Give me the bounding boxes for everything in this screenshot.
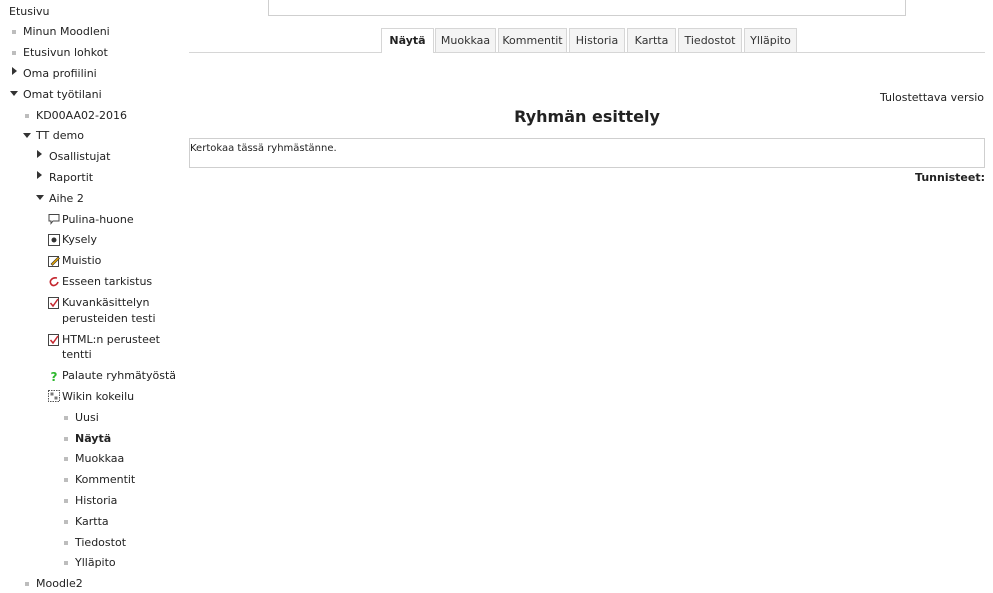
nav-front-blocks[interactable]: Etusivun lohkot	[23, 46, 108, 60]
nav-wiki-view[interactable]: Näytä	[75, 432, 111, 446]
quiz-icon	[48, 297, 59, 309]
wiki-icon	[48, 390, 60, 402]
chat-icon	[48, 214, 60, 225]
bullet-icon	[12, 30, 16, 34]
nav-topic-2[interactable]: Aihe 2	[49, 192, 84, 206]
nav-wiki-comments[interactable]: Kommentit	[75, 473, 135, 487]
wiki-tabs: Näytä Muokkaa Kommentit Historia Kartta …	[189, 28, 985, 53]
collapse-icon[interactable]	[10, 91, 18, 96]
nav-activity-quiz-1[interactable]: Kuvankäsittelyn	[62, 296, 150, 310]
nav-activity-quiz-2[interactable]: HTML:n perusteet	[62, 333, 160, 347]
nav-wiki-admin[interactable]: Ylläpito	[75, 556, 116, 570]
nav-home[interactable]: Etusivu	[9, 5, 50, 19]
nav-profile[interactable]: Oma profiilini	[23, 67, 97, 81]
feedback-icon: ?	[51, 370, 58, 382]
tab-comments[interactable]: Kommentit	[498, 28, 567, 52]
page-title: Ryhmän esittely	[514, 107, 660, 126]
nav-activity-poll[interactable]: Kysely	[62, 233, 97, 247]
bullet-icon	[64, 520, 68, 524]
collapse-icon[interactable]	[36, 195, 44, 200]
nav-wiki-edit[interactable]: Muokkaa	[75, 452, 124, 466]
tab-history[interactable]: Historia	[569, 28, 625, 52]
bullet-icon	[12, 51, 16, 55]
tab-files[interactable]: Tiedostot	[678, 28, 742, 52]
nav-activity-notepad[interactable]: Muistio	[62, 254, 101, 268]
nav-activity-wiki[interactable]: Wikin kokeilu	[62, 390, 134, 404]
quiz-icon	[48, 334, 59, 346]
nav-wiki-history[interactable]: Historia	[75, 494, 117, 508]
nav-course-tt-demo[interactable]: TT demo	[36, 129, 84, 143]
printable-version-link[interactable]: Tulostettava versio	[880, 91, 984, 104]
nav-wiki-files[interactable]: Tiedostot	[75, 536, 126, 550]
nav-reports[interactable]: Raportit	[49, 171, 93, 185]
nav-activity-chat[interactable]: Pulina-huone	[62, 213, 134, 227]
tab-admin[interactable]: Ylläpito	[744, 28, 797, 52]
tags-label: Tunnisteet:	[915, 171, 985, 184]
bullet-icon	[64, 416, 68, 420]
nav-workspaces[interactable]: Omat työtilani	[23, 88, 102, 102]
expand-icon[interactable]	[12, 67, 17, 75]
bullet-icon	[64, 478, 68, 482]
poll-icon	[48, 234, 60, 246]
nav-wiki-new[interactable]: Uusi	[75, 411, 99, 425]
nav-activity-quiz-1-line2[interactable]: perusteiden testi	[62, 312, 156, 326]
nav-course-kd[interactable]: KD00AA02-2016	[36, 109, 127, 123]
nav-activity-quiz-2-line2[interactable]: tentti	[62, 348, 92, 362]
navigation-tree: Etusivu Minun Moodleni Etusivun lohkot O…	[0, 0, 185, 593]
bullet-icon	[64, 437, 68, 441]
svg-text:?: ?	[51, 370, 58, 382]
notepad-icon	[48, 256, 60, 267]
bullet-icon	[64, 457, 68, 461]
header-box	[268, 0, 906, 16]
wiki-content: Kertokaa tässä ryhmästänne.	[189, 138, 985, 168]
tab-map[interactable]: Kartta	[627, 28, 676, 52]
bullet-icon	[25, 582, 29, 586]
tab-edit[interactable]: Muokkaa	[435, 28, 496, 52]
bullet-icon	[25, 114, 29, 118]
bullet-icon	[64, 541, 68, 545]
plagiarism-icon	[49, 277, 59, 287]
nav-activity-feedback[interactable]: Palaute ryhmätyöstä	[62, 369, 176, 383]
expand-icon[interactable]	[37, 150, 42, 158]
wiki-content-text: Kertokaa tässä ryhmästänne.	[190, 143, 337, 154]
tab-view[interactable]: Näytä	[381, 28, 434, 53]
nav-participants[interactable]: Osallistujat	[49, 150, 110, 164]
collapse-icon[interactable]	[23, 133, 31, 138]
bullet-icon	[64, 561, 68, 565]
bullet-icon	[64, 499, 68, 503]
nav-wiki-map[interactable]: Kartta	[75, 515, 109, 529]
expand-icon[interactable]	[37, 171, 42, 179]
nav-moodle2[interactable]: Moodle2	[36, 577, 83, 591]
nav-activity-essay-check[interactable]: Esseen tarkistus	[62, 275, 152, 289]
nav-my-moodle[interactable]: Minun Moodleni	[23, 25, 110, 39]
